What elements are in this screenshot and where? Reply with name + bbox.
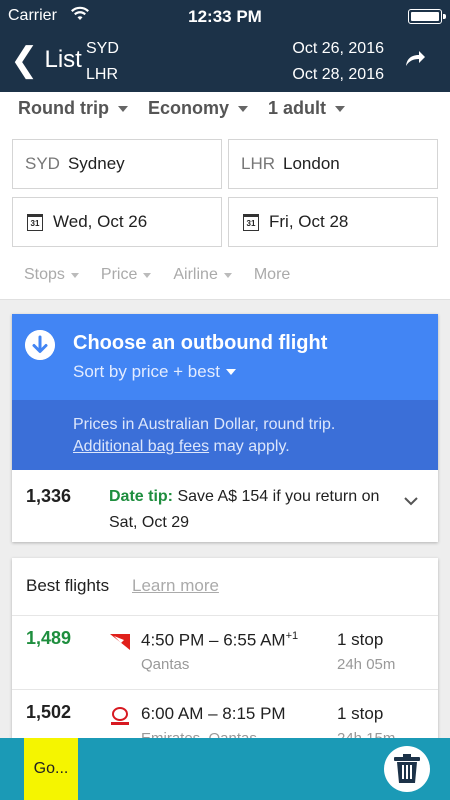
filter-price-label: Price (100, 266, 138, 283)
qantas-logo-icon (110, 634, 130, 650)
caret-down-icon (117, 105, 128, 112)
filter-more[interactable]: More (254, 266, 290, 284)
chevron-down-icon[interactable] (404, 494, 418, 508)
date-tip-row[interactable]: 1,336 Date tip: Save A$ 154 if you retur… (12, 470, 438, 542)
flight-airline: Qantas (141, 656, 190, 673)
bag-fees-link[interactable]: Additional bag fees (73, 438, 209, 455)
bottom-toolbar: Go... (0, 738, 450, 800)
sort-label: Sort by price + best (73, 362, 220, 381)
delete-button[interactable] (384, 746, 430, 792)
app-header: Carrier 12:33 PM ❮ List SYD LHR Oct 26, … (0, 0, 450, 92)
chevron-left-icon: ❮ (10, 41, 39, 79)
outbound-card: Choose an outbound flight Sort by price … (12, 314, 438, 542)
caret-down-icon (238, 105, 249, 112)
depart-date-field[interactable]: 31 Wed, Oct 26 (12, 197, 222, 247)
flight-stops: 1 stop (337, 630, 384, 649)
flight-price: 1,489 (26, 628, 72, 648)
destination-code: LHR (241, 154, 276, 173)
filter-price[interactable]: Price (100, 266, 152, 284)
flight-price: 1,502 (26, 702, 72, 722)
date-tip-text: Date tip: Save A$ 154 if you return on S… (109, 484, 389, 536)
back-button[interactable]: ❮ List (10, 42, 82, 78)
destination-field[interactable]: LHR London (228, 139, 438, 189)
search-panel: Round trip Economy 1 adult SYD Sydney LH… (0, 92, 450, 300)
date-summary: Oct 26, 2016 Oct 28, 2016 (292, 36, 384, 88)
passengers-dropdown[interactable]: 1 adult (268, 98, 346, 119)
flight-duration: 24h 05m (337, 656, 396, 673)
filter-airline-label: Airline (173, 266, 218, 283)
best-flights-card: Best flights Learn more 1,489 4:50 PM – … (12, 558, 438, 758)
caret-down-icon (225, 369, 236, 375)
outbound-title: Choose an outbound flight (73, 332, 328, 354)
origin-code: SYD (25, 154, 60, 173)
origin-field[interactable]: SYD Sydney (12, 139, 222, 189)
plus-day-badge: +1 (285, 630, 299, 642)
summary-depart-date: Oct 26, 2016 (292, 40, 384, 57)
return-date-field[interactable]: 31 Fri, Oct 28 (228, 197, 438, 247)
summary-return-date: Oct 28, 2016 (292, 66, 384, 83)
flight-times: 6:00 AM – 8:15 PM (141, 704, 286, 723)
flight-row[interactable]: 1,489 4:50 PM – 6:55 AM+1 Qantas 1 stop … (12, 616, 438, 690)
filter-stops[interactable]: Stops (24, 266, 79, 284)
cabin-dropdown[interactable]: Economy (147, 98, 249, 119)
notice-tail: may apply. (209, 438, 290, 455)
destination-city: London (283, 154, 340, 173)
passengers-value: 1 adult (268, 98, 327, 118)
flight-times: 4:50 PM – 6:55 AM+1 (141, 630, 298, 651)
route-origin: SYD (86, 40, 119, 57)
caret-down-icon (143, 272, 152, 278)
route-destination: LHR (86, 66, 119, 83)
back-label: List (44, 46, 82, 73)
best-flights-header: Best flights Learn more (12, 558, 438, 616)
caret-down-icon (223, 272, 232, 278)
emirates-logo-icon (111, 707, 129, 725)
cabin-value: Economy (147, 98, 230, 118)
caret-down-icon (335, 105, 346, 112)
calendar-icon: 31 (243, 213, 259, 231)
battery-icon (408, 9, 446, 24)
filter-more-label: More (253, 266, 291, 283)
search-options: Round trip Economy 1 adult (18, 98, 346, 119)
learn-more-link[interactable]: Learn more (132, 576, 219, 596)
outbound-header: Choose an outbound flight Sort by price … (12, 314, 438, 400)
notice-line: Prices in Australian Dollar, round trip. (73, 416, 336, 433)
flight-stops: 1 stop (337, 704, 384, 723)
route-summary: SYD LHR (86, 36, 119, 88)
flight-times-value: 4:50 PM – 6:55 AM (141, 630, 286, 650)
filter-bar: Stops Price Airline More (24, 266, 290, 284)
filter-airline[interactable]: Airline (173, 266, 232, 284)
filter-stops-label: Stops (24, 266, 65, 283)
share-arrow-icon[interactable] (402, 46, 428, 72)
arrow-down-circle-icon (25, 330, 55, 360)
trip-type-dropdown[interactable]: Round trip (18, 98, 128, 119)
notice-bag-fees: Additional bag fees may apply. (73, 436, 438, 458)
status-time: 12:33 PM (188, 7, 262, 26)
best-flights-title: Best flights (26, 576, 110, 595)
date-tip-label: Date tip: (109, 488, 173, 505)
price-notice: Prices in Australian Dollar, round trip.… (12, 400, 438, 470)
depart-date-value: Wed, Oct 26 (53, 212, 148, 231)
sort-dropdown[interactable]: Sort by price + best (73, 362, 236, 382)
trash-icon (394, 754, 420, 783)
origin-city: Sydney (67, 154, 125, 173)
status-bar: Carrier 12:33 PM (0, 0, 450, 32)
return-date-value: Fri, Oct 28 (269, 212, 349, 231)
trip-type-value: Round trip (18, 98, 109, 118)
caret-down-icon (70, 272, 79, 278)
go-button[interactable]: Go... (24, 738, 78, 800)
date-tip-price: 1,336 (26, 486, 72, 506)
calendar-icon: 31 (27, 213, 43, 231)
